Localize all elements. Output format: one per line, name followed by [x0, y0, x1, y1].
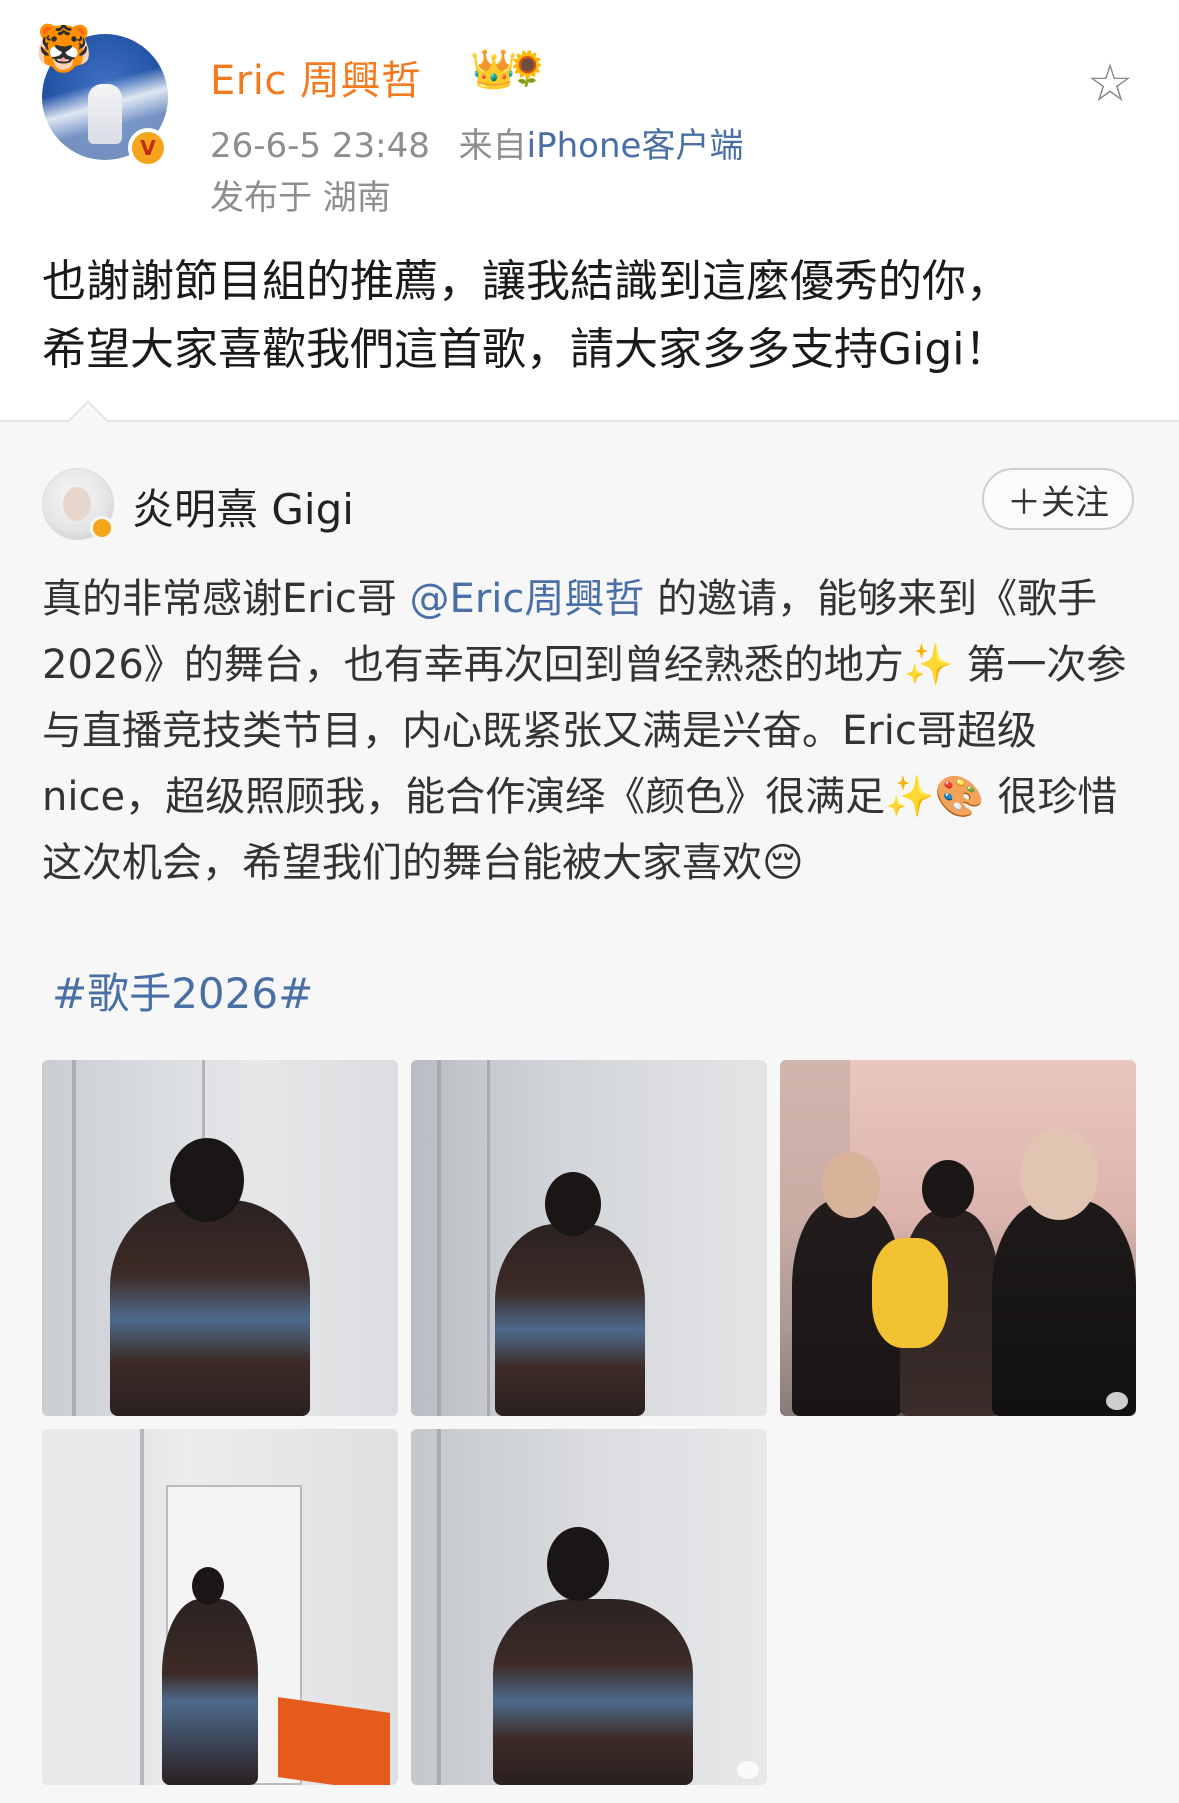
person-head: [822, 1152, 880, 1218]
verified-badge-icon: [90, 516, 114, 540]
post-location: 发布于 湖南: [210, 178, 391, 218]
person-figure: [495, 1224, 645, 1416]
wall-seam: [437, 1429, 441, 1785]
person-head: [170, 1138, 244, 1222]
palette-icon: 🎨: [934, 774, 985, 820]
photo-thumbnail[interactable]: [780, 1060, 1136, 1416]
photo-thumbnail[interactable]: [411, 1060, 767, 1416]
tiger-avatar-frame-icon: 🐯: [35, 21, 93, 75]
wall-seam: [487, 1060, 490, 1416]
sparkles-icon: ✨: [885, 774, 935, 820]
person-head: [192, 1567, 224, 1605]
avatar-face: [63, 487, 91, 521]
person-figure: [110, 1200, 310, 1416]
photo-thumbnail[interactable]: [42, 1060, 398, 1416]
plush-toy: [872, 1238, 948, 1348]
person-figure: [162, 1599, 258, 1785]
wall-panel: [42, 1429, 140, 1785]
wall-seam: [72, 1060, 76, 1416]
post-text-line: 希望大家喜歡我們這首歌，請大家多多支持Gigi！: [42, 324, 1009, 375]
person-figure: [992, 1200, 1136, 1416]
post-timestamp: 26-6-5 23:48: [210, 126, 430, 166]
wall-seam: [437, 1060, 441, 1416]
hashtag-link[interactable]: #歌手2026#: [52, 960, 313, 1021]
post-text-line: 也謝謝節目組的推薦，讓我結識到這麼優秀的你，: [42, 256, 1010, 307]
repost-author-name[interactable]: 炎明熹 Gigi: [132, 476, 354, 537]
person-head: [1020, 1128, 1098, 1220]
post-meta: 26-6-5 23:48 来自iPhone客户端: [210, 118, 743, 167]
weibo-watermark-icon: [1106, 1392, 1128, 1410]
sparkles-icon: ✨: [903, 642, 954, 688]
wall-seam: [140, 1429, 144, 1785]
orange-box: [278, 1697, 390, 1785]
post-source-link[interactable]: iPhone客户端: [527, 126, 744, 166]
photo-thumbnail[interactable]: [411, 1429, 767, 1785]
person-figure: [493, 1599, 693, 1785]
avatar-figure: [88, 84, 122, 144]
author-name[interactable]: Eric 周興哲: [210, 48, 422, 106]
photo-thumbnail[interactable]: [42, 1429, 398, 1785]
star-icon[interactable]: ☆: [1082, 56, 1138, 112]
post-header: 🐯 V Eric 周興哲 👑 🌻 26-6-5 23:48 来自iPhone客户…: [0, 0, 1179, 218]
source-prefix: 来自: [458, 126, 527, 166]
mention-link[interactable]: @Eric周興哲: [410, 576, 645, 622]
repost-text-segment: 真的非常感谢Eric哥: [42, 576, 410, 622]
post-text: 也謝謝節目組的推薦，讓我結識到這麼優秀的你， 希望大家喜歡我們這首歌，請大家多多…: [42, 248, 1152, 384]
person-head: [547, 1527, 609, 1601]
person-head: [922, 1160, 974, 1218]
pensive-face-icon: 😔: [762, 840, 804, 886]
repost-text: 真的非常感谢Eric哥 @Eric周興哲 的邀请，能够来到《歌手2026》的舞台…: [42, 566, 1152, 896]
weibo-watermark-icon: [737, 1761, 759, 1779]
sunflower-icon: 🌻: [506, 49, 549, 89]
person-head: [545, 1172, 601, 1236]
follow-button[interactable]: ＋关注: [982, 468, 1134, 530]
verified-badge-icon: V: [128, 128, 168, 168]
